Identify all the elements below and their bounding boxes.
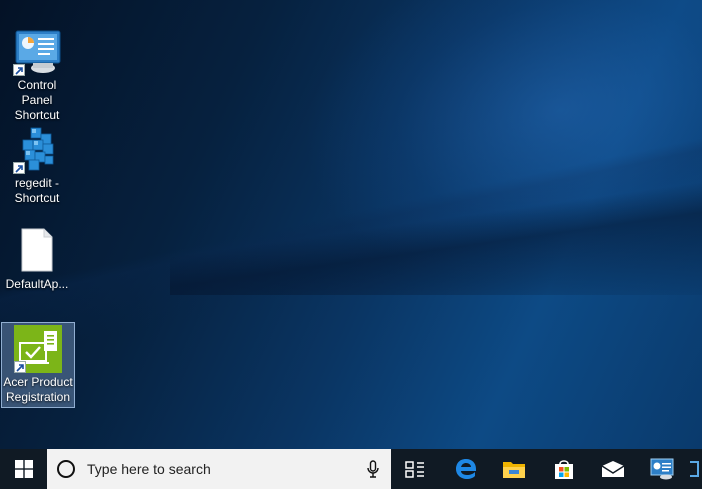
shortcut-arrow-icon: [13, 64, 25, 76]
desktop-icon-label: Acer Product Registration: [3, 375, 73, 404]
desktop-icon-default-app[interactable]: DefaultAp...: [1, 225, 73, 292]
desktop[interactable]: Control Panel Shortcut regedit - Shortcu…: [0, 0, 702, 449]
desktop-icon-label: Control Panel Shortcut: [14, 78, 60, 122]
search-placeholder: Type here to search: [87, 461, 211, 477]
regedit-icon: [13, 126, 61, 174]
file-explorer-icon: [503, 462, 525, 478]
control-panel-icon: [13, 28, 61, 76]
taskbar: Type here to search: [0, 449, 702, 489]
control-panel-icon: [650, 458, 674, 480]
microphone-icon[interactable]: [367, 460, 379, 483]
edge-button[interactable]: [442, 449, 490, 489]
control-panel-taskbar-button[interactable]: [638, 449, 686, 489]
acer-registration-icon: [14, 325, 62, 373]
mail-button[interactable]: [589, 449, 637, 489]
cortana-icon: [57, 460, 75, 478]
desktop-icon-label: regedit - Shortcut: [14, 176, 60, 205]
overflow-icon-partial[interactable]: [686, 449, 702, 489]
store-button[interactable]: [540, 449, 588, 489]
desktop-icon-acer-registration[interactable]: Acer Product Registration: [1, 322, 75, 408]
edge-icon: [456, 459, 476, 479]
task-view-button[interactable]: [391, 449, 439, 489]
desktop-icon-label: DefaultAp...: [5, 277, 69, 291]
blank-file-icon: [13, 227, 61, 275]
start-button[interactable]: [0, 449, 47, 489]
store-icon: [555, 460, 573, 479]
file-explorer-button[interactable]: [490, 449, 538, 489]
search-box[interactable]: Type here to search: [47, 449, 391, 489]
partial-app-icon: [690, 461, 699, 477]
windows-logo-icon: [15, 460, 33, 478]
shortcut-arrow-icon: [13, 162, 25, 174]
shortcut-arrow-icon: [14, 361, 26, 373]
task-view-icon: [405, 461, 424, 478]
desktop-icon-regedit[interactable]: regedit - Shortcut: [1, 124, 73, 206]
desktop-icon-control-panel[interactable]: Control Panel Shortcut: [1, 26, 73, 123]
mail-icon: [601, 461, 625, 477]
